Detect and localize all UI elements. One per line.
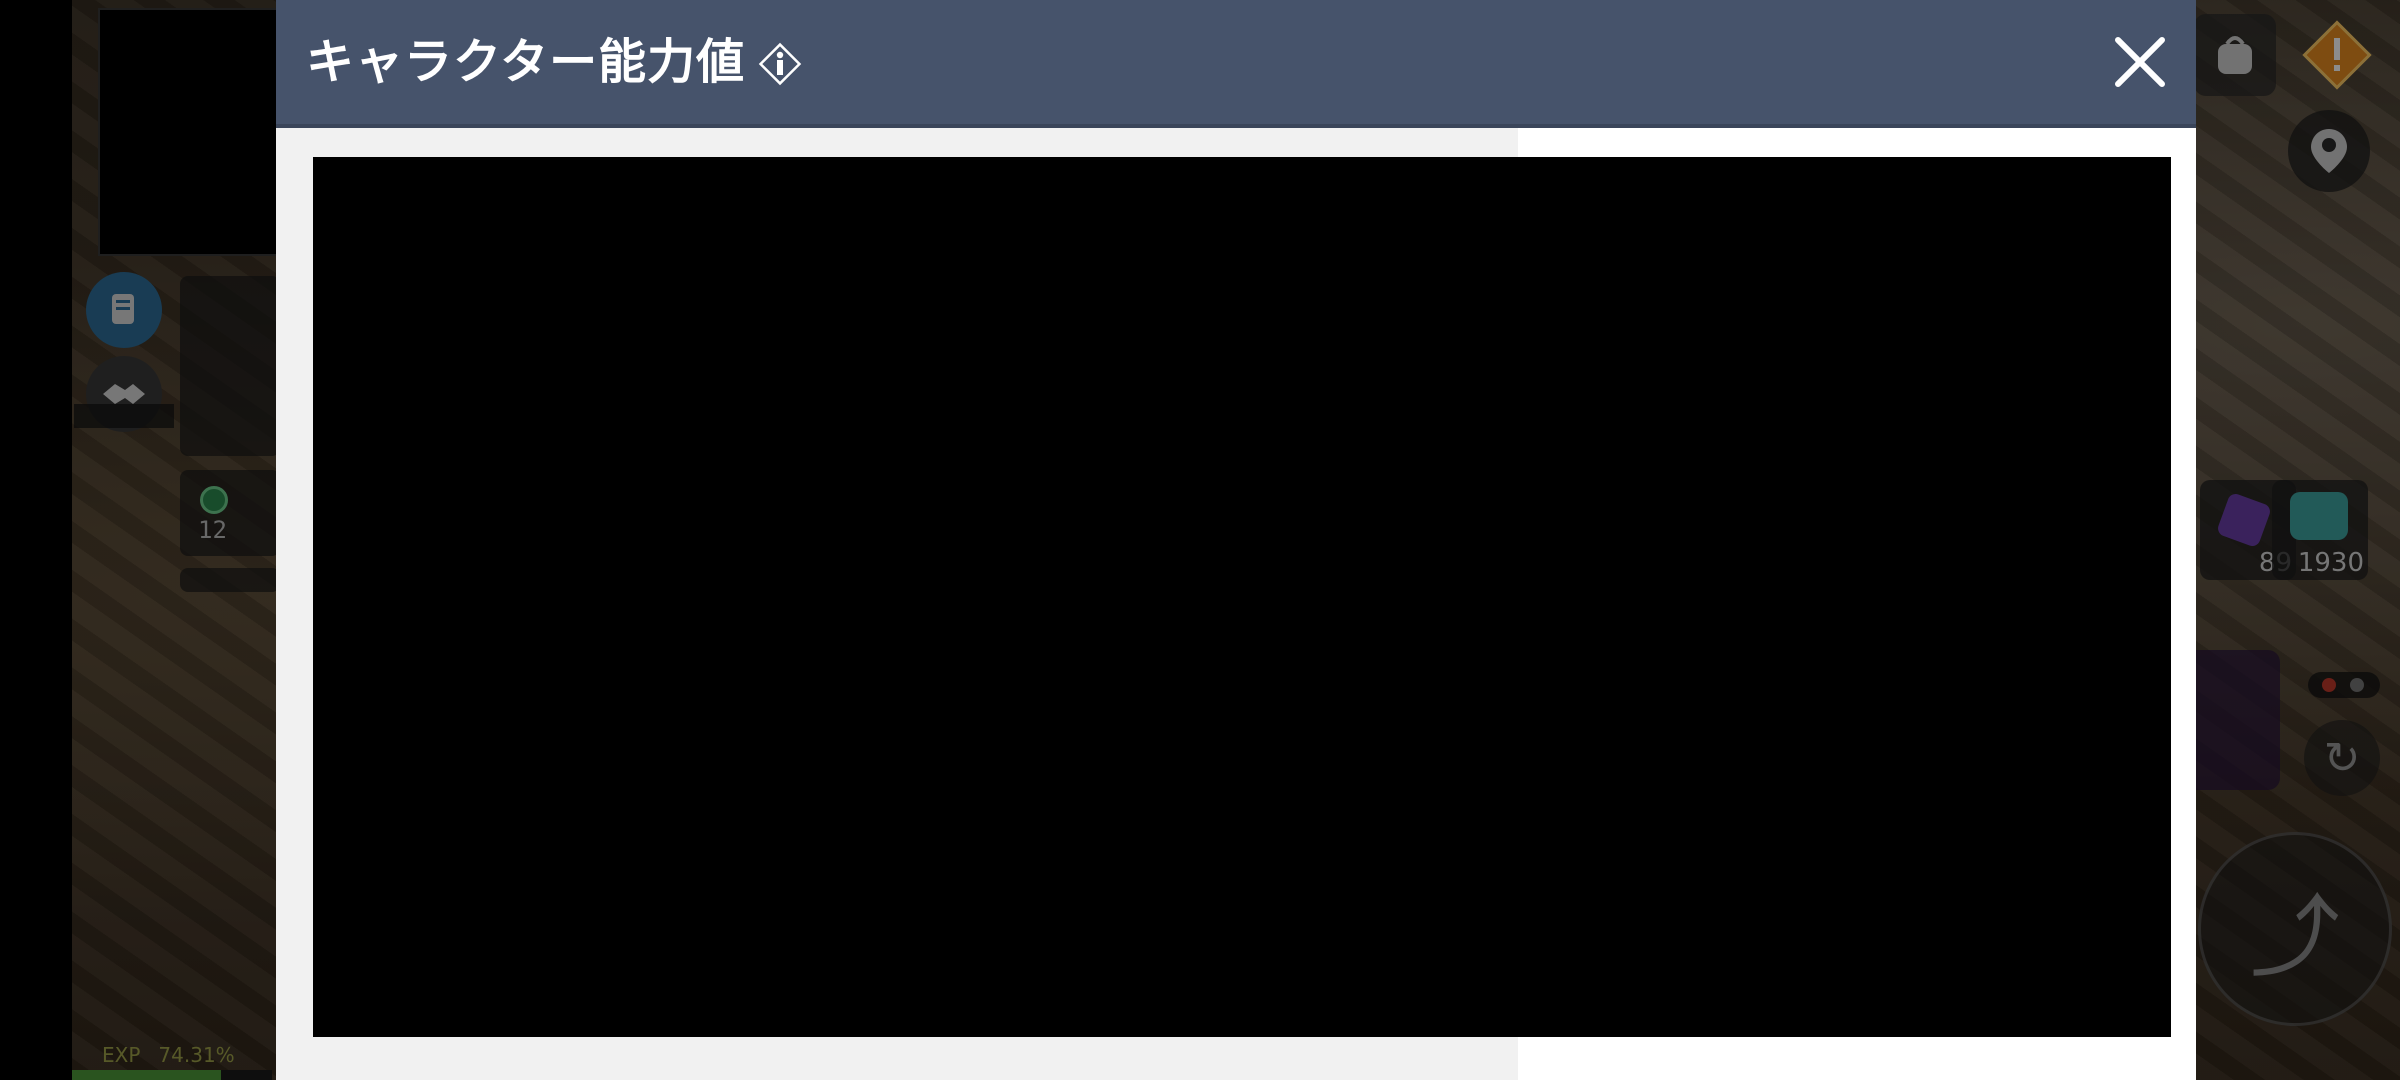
dialog-title: キャラクター能力値: [306, 34, 746, 90]
game-screen: 12 EXP74.31% 89 1930 ↻ ⤴ キャラクター能力値: [0, 0, 2400, 1080]
character-stats-dialog: キャラクター能力値: [276, 0, 2196, 1080]
info-diamond-icon[interactable]: [752, 36, 808, 92]
stats-content-area: [313, 157, 2171, 1037]
dialog-header: キャラクター能力値: [276, 0, 2196, 128]
close-x-icon[interactable]: [2106, 28, 2174, 96]
